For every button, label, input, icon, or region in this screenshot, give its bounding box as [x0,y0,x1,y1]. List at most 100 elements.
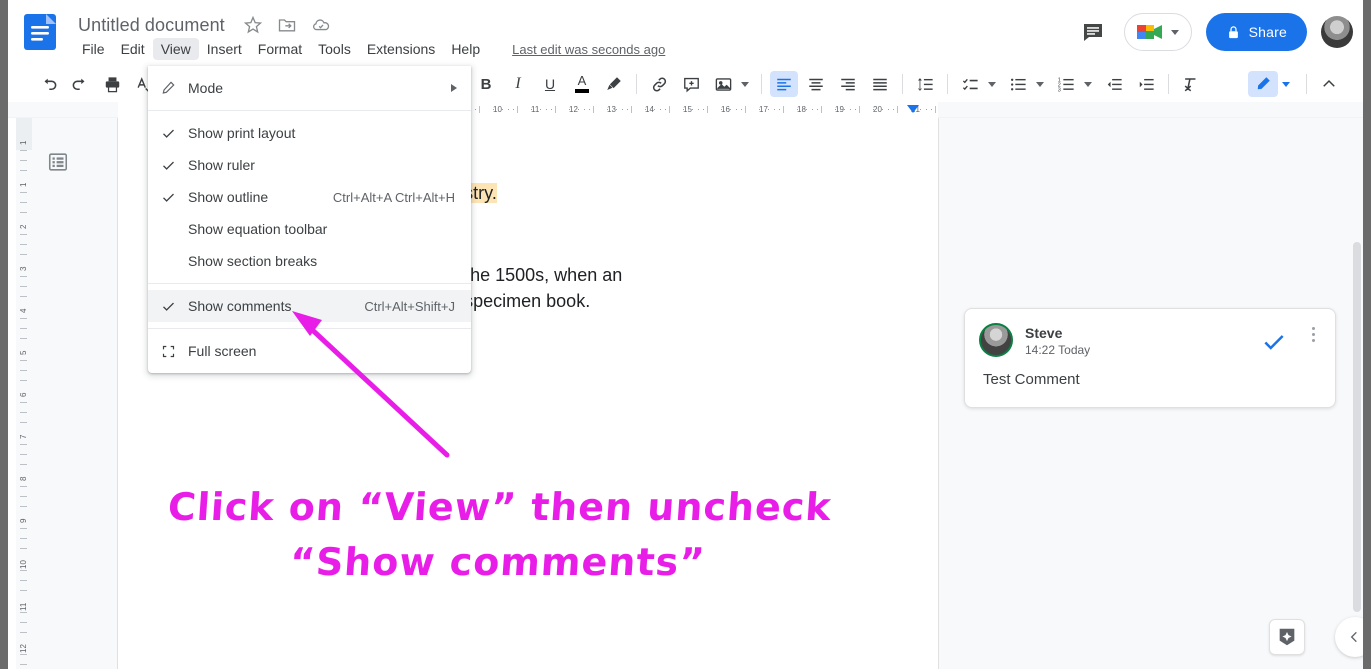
editing-mode-pencil-icon[interactable] [1248,71,1278,97]
menu-divider [148,110,471,111]
share-button[interactable]: Share [1205,13,1307,51]
cloud-saved-icon[interactable] [311,15,331,35]
line-spacing-icon[interactable] [911,71,939,97]
editing-mode-chevron-down-icon[interactable] [1282,81,1290,87]
checklist-icon[interactable] [956,71,984,97]
ruler-minor-tick [20,296,27,297]
increase-indent-icon[interactable] [1132,71,1160,97]
vertical-scrollbar[interactable] [1353,242,1361,612]
menu-item-show-section-breaks[interactable]: Show section breaks [148,245,471,277]
comment-author-name: Steve [1025,325,1063,341]
app-header: Untitled document File Edit View Insert … [8,0,1363,66]
ruler-minor-tick [741,109,742,110]
ruler-minor-tick [893,109,894,110]
checklist-chevron-down-icon[interactable] [988,81,996,87]
chevron-left-icon[interactable] [1335,617,1363,657]
ruler-major-tick [783,106,784,113]
vertical-ruler[interactable]: 1 1 2 3 4 5 6 7 8 9 10 11 12 [16,118,32,669]
ruler-minor-tick [730,109,731,110]
bulleted-list-icon[interactable] [1004,71,1032,97]
menu-item-show-print-layout-label: Show print layout [188,125,296,141]
bold-button[interactable]: B [472,71,500,97]
chevron-down-icon[interactable] [1170,29,1179,35]
menu-extensions[interactable]: Extensions [359,38,443,60]
image-options-chevron-down-icon[interactable] [741,81,749,87]
align-left-icon[interactable] [770,71,798,97]
resolve-checkmark-icon[interactable] [1261,329,1287,360]
star-icon[interactable] [243,15,263,35]
view-menu-dropdown[interactable]: Mode Show print layout Show ruler Show o… [148,66,471,373]
toolbar-divider [902,74,903,94]
move-to-folder-icon[interactable] [277,15,297,35]
numbered-list-icon[interactable]: 1 2 3 [1052,71,1080,97]
insert-image-icon[interactable] [709,71,737,97]
ruler-tick-label: 2 [19,224,28,229]
ruler-minor-tick [855,109,856,110]
highlight-pen-icon[interactable] [600,71,628,97]
ruler-major-tick [935,106,936,113]
ruler-tick-label: 20 [873,105,882,114]
header-actions: Share [1076,8,1353,56]
svg-text:3: 3 [1057,87,1060,93]
menu-item-show-comments[interactable]: Show comments Ctrl+Alt+Shift+J [148,290,471,322]
collapse-toolbar-icon[interactable] [1315,71,1343,97]
print-icon[interactable] [98,71,126,97]
menu-item-show-ruler[interactable]: Show ruler [148,149,471,181]
document-outline-icon[interactable] [42,146,74,178]
menu-item-mode[interactable]: Mode [148,72,471,104]
menu-view[interactable]: View [152,38,199,60]
ruler-minor-tick [20,654,27,655]
ruler-minor-tick [627,109,628,110]
lock-icon [1228,25,1238,38]
ruler-tick-label: 16 [721,105,730,114]
redo-icon[interactable] [66,71,94,97]
underline-button[interactable]: U [536,71,564,97]
menu-item-show-section-breaks-label: Show section breaks [188,253,318,269]
menu-item-show-print-layout[interactable]: Show print layout [148,117,471,149]
menu-tools[interactable]: Tools [310,38,359,60]
right-indent-marker[interactable] [907,105,919,113]
menu-item-show-outline[interactable]: Show outline Ctrl+Alt+A Ctrl+Alt+H [148,181,471,213]
align-center-icon[interactable] [802,71,830,97]
more-options-icon[interactable] [1312,327,1315,342]
bulleted-list-chevron-down-icon[interactable] [1036,81,1044,87]
comment-history-icon[interactable] [1076,15,1110,49]
link-icon[interactable] [645,71,673,97]
checkmark-icon [148,126,188,141]
ruler-minor-tick [20,412,27,413]
user-avatar[interactable] [1321,16,1353,48]
italic-button[interactable]: I [504,71,532,97]
menu-format[interactable]: Format [250,38,310,60]
fullscreen-icon [148,344,188,359]
toolbar-divider [947,74,948,94]
menu-item-full-screen[interactable]: Full screen [148,335,471,367]
menu-bar: File Edit View Insert Format Tools Exten… [74,38,665,60]
align-right-icon[interactable] [834,71,862,97]
menu-file[interactable]: File [74,38,113,60]
decrease-indent-icon[interactable] [1100,71,1128,97]
google-meet-button[interactable] [1123,13,1192,51]
ruler-minor-tick [20,360,27,361]
comment-card[interactable]: Steve 14:22 Today Test Comment [964,308,1336,408]
text-color-button[interactable]: A [568,71,596,97]
add-comment-icon[interactable] [677,71,705,97]
explore-ai-icon[interactable] [1269,619,1305,655]
clear-formatting-icon[interactable] [1177,71,1205,97]
annotation-line-1: Click on “View” then uncheck [166,485,834,529]
comment-author-avatar [979,323,1013,357]
ruler-minor-tick [616,109,617,110]
toolbar-divider [1306,74,1307,94]
menu-edit[interactable]: Edit [113,38,153,60]
menu-help[interactable]: Help [443,38,488,60]
share-button-label: Share [1248,24,1287,40]
document-title[interactable]: Untitled document [74,13,229,38]
menu-item-show-equation-toolbar[interactable]: Show equation toolbar [148,213,471,245]
undo-icon[interactable] [34,71,62,97]
comment-timestamp: 14:22 Today [1025,343,1091,357]
last-edit-status[interactable]: Last edit was seconds ago [512,42,665,57]
numbered-list-chevron-down-icon[interactable] [1084,81,1092,87]
ruler-minor-tick [806,109,807,110]
ruler-tick-label: 13 [607,105,616,114]
menu-insert[interactable]: Insert [199,38,250,60]
align-justify-icon[interactable] [866,71,894,97]
